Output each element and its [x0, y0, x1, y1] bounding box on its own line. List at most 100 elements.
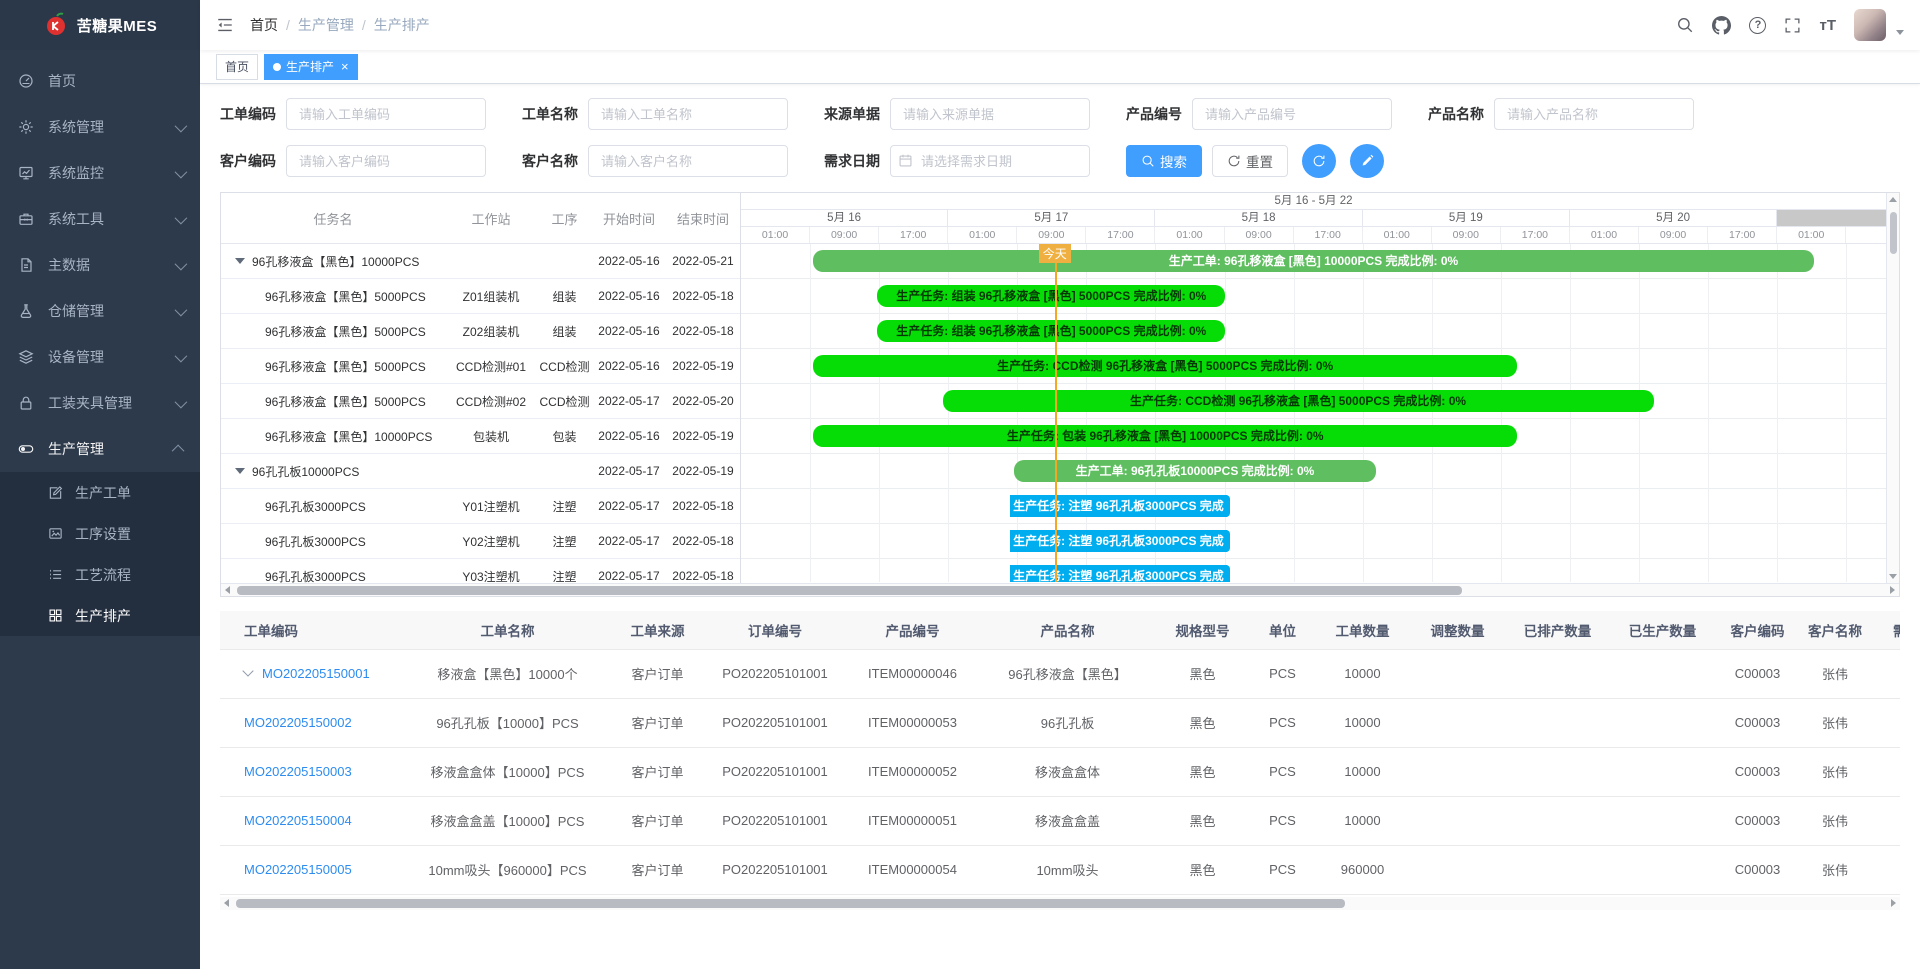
tab-label: 首页	[225, 58, 249, 75]
start-time: 2022-05-16	[592, 324, 666, 338]
gantt-task-row[interactable]: 96孔移液盒【黑色】5000PCSZ01组装机组装2022-05-162022-…	[221, 279, 740, 314]
workstation: Y02注塑机	[445, 533, 537, 550]
gantt-task-row[interactable]: 96孔孔板3000PCSY01注塑机注塑2022-05-172022-05-18	[221, 489, 740, 524]
scrollbar-thumb[interactable]	[237, 586, 1462, 595]
edit-icon	[48, 485, 65, 500]
font-size-icon[interactable]: ᴛT	[1819, 17, 1836, 34]
field-label: 产品编号	[1126, 104, 1182, 124]
text-field[interactable]	[1494, 98, 1694, 130]
main-area: 首页/生产管理/生产排产 ? ᴛT 首页生产排产× 工单编码工单名	[200, 0, 1920, 969]
gantt-task-row[interactable]: 96孔移液盒【黑色】5000PCSCCD检测#02CCD检测2022-05-17…	[221, 384, 740, 419]
scroll-right-icon[interactable]	[1890, 586, 1895, 594]
sidebar-item[interactable]: 工装夹具管理	[0, 380, 200, 426]
close-tab-icon[interactable]: ×	[341, 60, 349, 73]
date-field[interactable]	[890, 145, 1090, 177]
chevron-down-icon	[175, 349, 188, 362]
end-time: 2022-05-18	[666, 324, 740, 338]
text-field[interactable]	[588, 145, 788, 177]
table-row[interactable]: MO20220515000296孔孔板【10000】PCS客户订单PO20220…	[220, 698, 1900, 747]
expand-row-icon[interactable]	[242, 665, 253, 676]
page-content: 工单编码工单名称来源单据产品编号产品名称 客户编码客户名称需求日期搜索重置 任务…	[200, 84, 1920, 969]
collapse-caret-icon[interactable]	[235, 468, 245, 474]
gantt-range-label: 5月 16 - 5月 22	[741, 193, 1886, 210]
gantt-task-row[interactable]: 96孔孔板10000PCS2022-05-172022-05-19	[221, 454, 740, 489]
reset-button[interactable]: 重置	[1212, 145, 1288, 177]
sidebar-item[interactable]: 仓储管理	[0, 288, 200, 334]
gantt-workorder-bar[interactable]: 生产工单: 96孔孔板10000PCS 完成比例: 0%	[1014, 460, 1377, 482]
workorder-link[interactable]: MO202205150002	[244, 715, 352, 730]
gantt-task-row[interactable]: 96孔移液盒【黑色】5000PCSCCD检测#01CCD检测2022-05-16…	[221, 349, 740, 384]
scroll-down-icon[interactable]	[1889, 574, 1897, 579]
refresh-schedule-button[interactable]	[1302, 144, 1336, 178]
table-row[interactable]: MO202205150003移液盒盒体【10000】PCS客户订单PO20220…	[220, 747, 1900, 796]
gantt-task-bar[interactable]: 生产任务: CCD检测 96孔移液盒 [黑色] 5000PCS 完成比例: 0%	[813, 355, 1517, 377]
gantt-task-row[interactable]: 96孔移液盒【黑色】10000PCS包装机包装2022-05-162022-05…	[221, 419, 740, 454]
sidebar-item[interactable]: 系统监控	[0, 150, 200, 196]
sidebar-item[interactable]: 首页	[0, 58, 200, 104]
text-field[interactable]	[1192, 98, 1392, 130]
gantt-task-bar[interactable]: 生产任务: 注塑 96孔孔板3000PCS 完成	[1010, 530, 1230, 552]
breadcrumb-item[interactable]: 首页	[250, 15, 278, 35]
tab-active[interactable]: 生产排产×	[264, 54, 358, 80]
collapse-caret-icon[interactable]	[235, 258, 245, 264]
sidebar-subitem[interactable]: 工序设置	[0, 513, 200, 554]
avatar[interactable]	[1854, 9, 1886, 41]
gantt-task-bar[interactable]: 生产任务: 注塑 96孔孔板3000PCS 完成	[1010, 565, 1230, 582]
breadcrumb-item[interactable]: 生产管理	[298, 15, 354, 35]
sidebar-item[interactable]: 生产管理	[0, 426, 200, 472]
breadcrumb-item[interactable]: 生产排产	[374, 15, 430, 35]
gantt-task-bar[interactable]: 生产任务: 注塑 96孔孔板3000PCS 完成	[1010, 495, 1230, 517]
edit-schedule-button[interactable]	[1350, 144, 1384, 178]
sidebar-item[interactable]: 系统工具	[0, 196, 200, 242]
table-horizontal-scrollbar[interactable]	[220, 897, 1900, 910]
gantt-task-bar[interactable]: 生产任务: 组装 96孔移液盒 [黑色] 5000PCS 完成比例: 0%	[877, 285, 1225, 307]
app-logo[interactable]: 苦糖果MES	[0, 0, 200, 50]
workorder-link[interactable]: MO202205150005	[244, 862, 352, 877]
scrollbar-thumb[interactable]	[1890, 212, 1897, 254]
process: 注塑	[537, 498, 592, 515]
text-field[interactable]	[588, 98, 788, 130]
process: 组装	[537, 288, 592, 305]
help-icon[interactable]: ?	[1749, 17, 1766, 34]
magnifier-icon	[1141, 154, 1155, 168]
sidebar-subitem[interactable]: 生产工单	[0, 472, 200, 513]
fullscreen-icon[interactable]	[1784, 17, 1801, 34]
sidebar-subitem[interactable]: 生产排产	[0, 595, 200, 636]
gantt-horizontal-scrollbar[interactable]	[221, 583, 1899, 596]
gantt-task-bar[interactable]: 生产任务: 包装 96孔移液盒 [黑色] 10000PCS 完成比例: 0%	[813, 425, 1517, 447]
gantt-workorder-bar[interactable]: 生产工单: 96孔移液盒 [黑色] 10000PCS 完成比例: 0%	[813, 250, 1814, 272]
search-button[interactable]: 搜索	[1126, 145, 1202, 177]
scrollbar-thumb[interactable]	[236, 899, 1345, 908]
table-row[interactable]: MO202205150001移液盒【黑色】10000个客户订单PO2022051…	[220, 649, 1900, 698]
sidebar-fold-icon[interactable]	[216, 16, 234, 34]
gantt-vertical-scrollbar[interactable]	[1886, 193, 1899, 583]
workorder-link[interactable]: MO202205150001	[262, 666, 370, 681]
scroll-left-icon[interactable]	[224, 899, 229, 907]
text-field[interactable]	[890, 98, 1090, 130]
workorder-link[interactable]: MO202205150003	[244, 764, 352, 779]
tab-item[interactable]: 首页	[216, 54, 258, 80]
user-menu-caret-icon[interactable]	[1896, 30, 1904, 35]
sidebar-item[interactable]: 设备管理	[0, 334, 200, 380]
text-field[interactable]	[286, 98, 486, 130]
breadcrumb: 首页/生产管理/生产排产	[250, 15, 430, 35]
gantt-task-row[interactable]: 96孔孔板3000PCSY03注塑机注塑2022-05-172022-05-18	[221, 559, 740, 583]
github-icon[interactable]	[1712, 16, 1731, 35]
table-row[interactable]: MO202205150004移液盒盒盖【10000】PCS客户订单PO20220…	[220, 796, 1900, 845]
scroll-up-icon[interactable]	[1889, 197, 1897, 202]
sidebar-item[interactable]: 主数据	[0, 242, 200, 288]
workorder-link[interactable]: MO202205150004	[244, 813, 352, 828]
gantt-task-bar[interactable]: 生产任务: 组装 96孔移液盒 [黑色] 5000PCS 完成比例: 0%	[877, 320, 1225, 342]
text-field[interactable]	[286, 145, 486, 177]
sidebar-item[interactable]: 系统管理	[0, 104, 200, 150]
scroll-left-icon[interactable]	[225, 586, 230, 594]
search-icon[interactable]	[1676, 16, 1694, 34]
gantt-task-row[interactable]: 96孔移液盒【黑色】5000PCSZ02组装机组装2022-05-162022-…	[221, 314, 740, 349]
gantt-task-bar[interactable]: 生产任务: CCD检测 96孔移液盒 [黑色] 5000PCS 完成比例: 0%	[943, 390, 1654, 412]
gantt-task-row[interactable]: 96孔移液盒【黑色】10000PCS2022-05-162022-05-21	[221, 244, 740, 279]
gantt-task-row[interactable]: 96孔孔板3000PCSY02注塑机注塑2022-05-172022-05-18	[221, 524, 740, 559]
scroll-right-icon[interactable]	[1891, 899, 1896, 907]
sidebar-subitem[interactable]: 工艺流程	[0, 554, 200, 595]
app-root: 苦糖果MES 首页系统管理系统监控系统工具主数据仓储管理设备管理工装夹具管理生产…	[0, 0, 1920, 969]
table-row[interactable]: MO20220515000510mm吸头【960000】PCS客户订单PO202…	[220, 845, 1900, 894]
